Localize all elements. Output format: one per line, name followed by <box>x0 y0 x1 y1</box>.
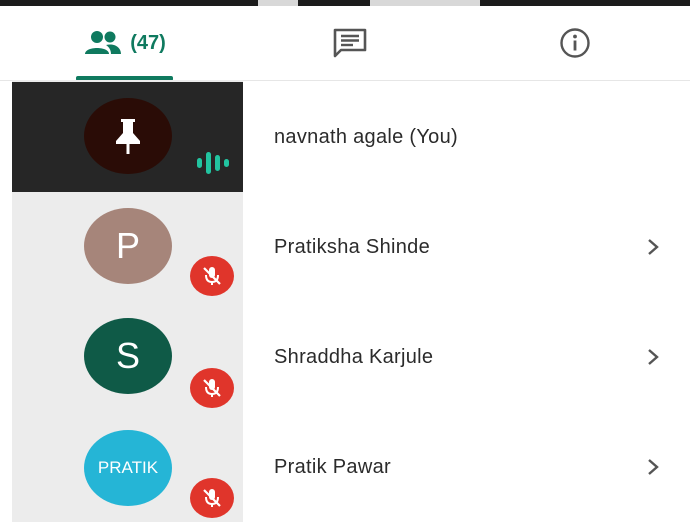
participant-count: (47) <box>130 31 166 54</box>
avatar: S <box>84 318 172 394</box>
avatar-tile: PRATIK <box>12 412 243 522</box>
participant-name: Pratik Pawar <box>274 455 391 478</box>
participant-name: Shraddha Karjule <box>274 345 434 368</box>
people-icon <box>84 30 122 56</box>
mic-muted-icon <box>190 256 234 296</box>
tab-info[interactable] <box>525 6 625 80</box>
participant-row[interactable]: PRATIK Pratik Pawar <box>12 412 690 522</box>
participant-name: Pratiksha Shinde <box>274 235 431 258</box>
info-icon <box>559 27 591 59</box>
tab-bar: (47) <box>0 6 690 81</box>
avatar: PRATIK <box>84 430 172 506</box>
video-tile <box>12 82 243 192</box>
chat-icon <box>332 28 368 58</box>
avatar <box>84 98 172 174</box>
speaking-indicator-icon <box>195 150 231 176</box>
avatar-tile: P <box>12 192 243 302</box>
chevron-right-icon[interactable] <box>646 192 660 302</box>
chevron-right-icon[interactable] <box>646 412 660 522</box>
mic-muted-icon <box>190 478 234 518</box>
avatar-tile: S <box>12 302 243 412</box>
avatar: P <box>84 208 172 284</box>
chevron-right-icon[interactable] <box>646 302 660 412</box>
participant-row-you: navnath agale (You) <box>12 82 690 192</box>
pin-icon <box>110 116 146 156</box>
tab-chat[interactable] <box>300 6 400 80</box>
participant-name: navnath agale (You) <box>274 125 458 148</box>
participant-row[interactable]: P Pratiksha Shinde <box>12 192 690 302</box>
tab-people[interactable]: (47) <box>60 6 190 80</box>
mic-muted-icon <box>190 368 234 408</box>
participant-row[interactable]: S Shraddha Karjule <box>12 302 690 412</box>
